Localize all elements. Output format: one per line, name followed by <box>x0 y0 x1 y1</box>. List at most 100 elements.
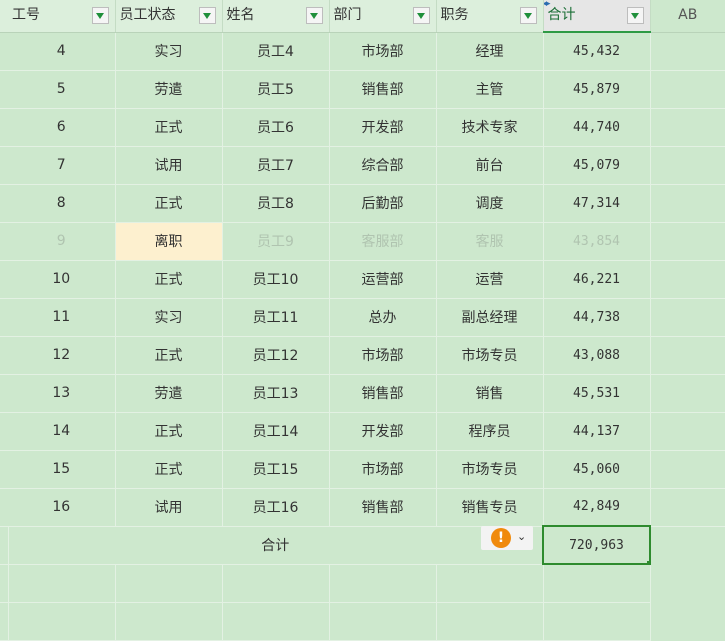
column-header-ab[interactable]: AB <box>650 0 725 33</box>
cell-total[interactable]: 44,740 <box>543 108 651 147</box>
empty-cell[interactable] <box>436 564 544 603</box>
empty-cell[interactable] <box>222 602 330 641</box>
cell-id[interactable]: 7 <box>8 146 116 185</box>
cell-total[interactable]: 43,854 <box>543 222 651 261</box>
cell-name[interactable]: 员工6 <box>222 108 330 147</box>
cell-id[interactable]: 15 <box>8 450 116 489</box>
header-status[interactable]: 员工状态 <box>115 0 223 33</box>
filter-dropdown-icon[interactable] <box>91 7 109 24</box>
header-name[interactable]: 姓名 <box>222 0 330 33</box>
cell-id[interactable]: 10 <box>8 260 116 299</box>
empty-cell[interactable] <box>650 70 725 109</box>
cell-total[interactable]: 44,738 <box>543 298 651 337</box>
cell-id[interactable]: 13 <box>8 374 116 413</box>
empty-cell[interactable] <box>543 564 651 603</box>
cell-title[interactable]: 主管 <box>436 70 544 109</box>
empty-cell[interactable] <box>650 298 725 337</box>
cell-id[interactable]: 11 <box>8 298 116 337</box>
empty-cell[interactable] <box>650 222 725 261</box>
empty-cell[interactable] <box>329 602 437 641</box>
cell-title[interactable]: 技术专家 <box>436 108 544 147</box>
cell-name[interactable]: 员工13 <box>222 374 330 413</box>
cell-name[interactable]: 员工14 <box>222 412 330 451</box>
cell-name[interactable]: 员工9 <box>222 222 330 261</box>
cell-total[interactable]: 45,060 <box>543 450 651 489</box>
cell-id[interactable]: 6 <box>8 108 116 147</box>
empty-cell[interactable] <box>650 146 725 185</box>
empty-cell[interactable] <box>115 564 223 603</box>
smart-tag-button[interactable]: ! ⌄ <box>481 526 533 550</box>
cell-title[interactable]: 程序员 <box>436 412 544 451</box>
cell-id[interactable]: 5 <box>8 70 116 109</box>
filter-dropdown-icon[interactable] <box>626 7 644 24</box>
empty-cell[interactable] <box>650 374 725 413</box>
cell-total[interactable]: 45,432 <box>543 32 651 71</box>
cell-name[interactable]: 员工4 <box>222 32 330 71</box>
cell-name[interactable]: 员工15 <box>222 450 330 489</box>
filter-dropdown-icon[interactable] <box>305 7 323 24</box>
cell-dept[interactable]: 市场部 <box>329 450 437 489</box>
cell-status[interactable]: 正式 <box>115 336 223 375</box>
cell-title[interactable]: 销售 <box>436 374 544 413</box>
cell-title[interactable]: 销售专员 <box>436 488 544 527</box>
cell-total[interactable]: 42,849 <box>543 488 651 527</box>
cell-name[interactable]: 员工16 <box>222 488 330 527</box>
empty-cell[interactable] <box>115 602 223 641</box>
column-resize-icon[interactable]: ◂▸ <box>543 0 551 9</box>
empty-cell[interactable] <box>650 602 725 640</box>
header-id[interactable]: 工号 <box>8 0 116 33</box>
empty-cell[interactable] <box>222 564 330 603</box>
cell-dept[interactable]: 客服部 <box>329 222 437 261</box>
cell-dept[interactable]: 市场部 <box>329 336 437 375</box>
empty-cell[interactable] <box>329 564 437 603</box>
cell-id[interactable]: 4 <box>8 32 116 71</box>
cell-status[interactable]: 实习 <box>115 298 223 337</box>
summary-label[interactable]: 合计 <box>8 526 544 565</box>
empty-cell[interactable] <box>650 32 725 71</box>
cell-status[interactable]: 劳遣 <box>115 70 223 109</box>
cell-title[interactable]: 运营 <box>436 260 544 299</box>
empty-cell[interactable] <box>650 108 725 147</box>
cell-total[interactable]: 43,088 <box>543 336 651 375</box>
cell-name[interactable]: 员工10 <box>222 260 330 299</box>
cell-status[interactable]: 正式 <box>115 108 223 147</box>
cell-total[interactable]: 46,221 <box>543 260 651 299</box>
cell-dept[interactable]: 销售部 <box>329 70 437 109</box>
cell-dept[interactable]: 后勤部 <box>329 184 437 223</box>
cell-total[interactable]: 45,079 <box>543 146 651 185</box>
cell-title[interactable]: 前台 <box>436 146 544 185</box>
filter-dropdown-icon[interactable] <box>519 7 537 24</box>
cell-title[interactable]: 市场专员 <box>436 336 544 375</box>
cell-status[interactable]: 试用 <box>115 488 223 527</box>
cell-total[interactable]: 45,879 <box>543 70 651 109</box>
cell-dept[interactable]: 市场部 <box>329 32 437 71</box>
empty-cell[interactable] <box>650 564 725 602</box>
cell-dept[interactable]: 运营部 <box>329 260 437 299</box>
cell-status[interactable]: 离职 <box>115 222 223 261</box>
cell-id[interactable]: 12 <box>8 336 116 375</box>
empty-cell[interactable] <box>650 450 725 489</box>
cell-total[interactable]: 47,314 <box>543 184 651 223</box>
cell-title[interactable]: 客服 <box>436 222 544 261</box>
cell-name[interactable]: 员工7 <box>222 146 330 185</box>
cell-title[interactable]: 调度 <box>436 184 544 223</box>
empty-cell[interactable] <box>650 526 725 564</box>
cell-id[interactable]: 8 <box>8 184 116 223</box>
filter-dropdown-icon[interactable] <box>412 7 430 24</box>
cell-name[interactable]: 员工12 <box>222 336 330 375</box>
cell-dept[interactable]: 开发部 <box>329 412 437 451</box>
cell-dept[interactable]: 综合部 <box>329 146 437 185</box>
filter-dropdown-icon[interactable] <box>198 7 216 24</box>
cell-status[interactable]: 正式 <box>115 450 223 489</box>
empty-cell[interactable] <box>650 336 725 375</box>
cell-total[interactable]: 45,531 <box>543 374 651 413</box>
empty-cell[interactable] <box>650 260 725 299</box>
cell-dept[interactable]: 销售部 <box>329 488 437 527</box>
summary-total-cell[interactable]: 720,963 <box>542 525 651 565</box>
cell-id[interactable]: 16 <box>8 488 116 527</box>
cell-title[interactable]: 市场专员 <box>436 450 544 489</box>
cell-name[interactable]: 员工11 <box>222 298 330 337</box>
cell-status[interactable]: 正式 <box>115 184 223 223</box>
cell-status[interactable]: 劳遣 <box>115 374 223 413</box>
cell-dept[interactable]: 总办 <box>329 298 437 337</box>
